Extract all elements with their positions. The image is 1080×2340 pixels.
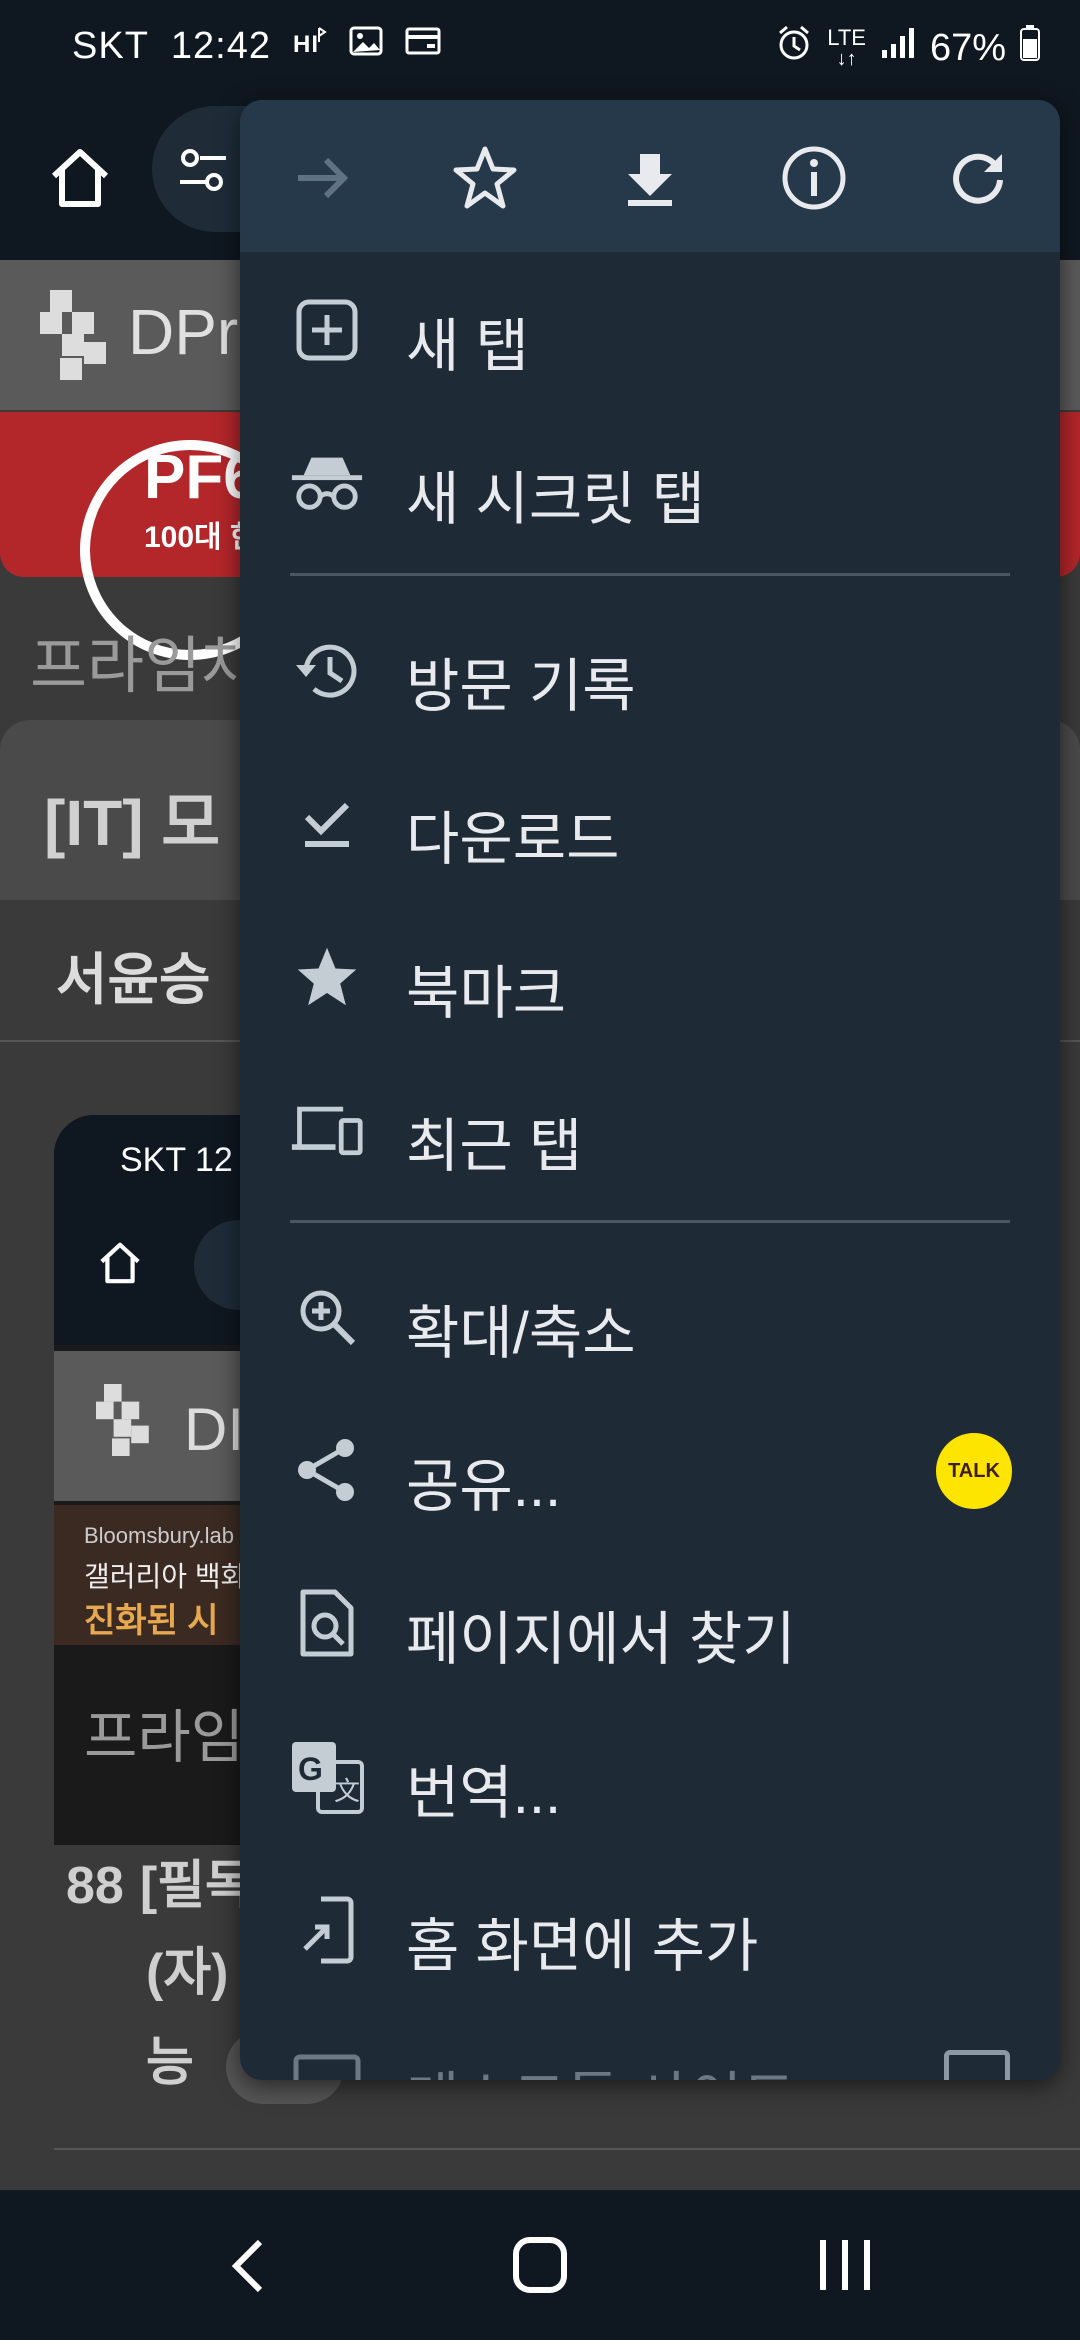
share-icon [290,1433,364,1507]
bookmark-page-button[interactable] [445,138,525,218]
clock: 12:42 [170,24,271,67]
menu-item-label: 페이지에서 찾기 [406,1607,796,1672]
menu-item-new-tab[interactable]: 새 탭 [240,255,1060,405]
home-nav-icon [513,2237,567,2293]
star-icon [290,940,364,1014]
menu-item-label: 공유... [406,1454,562,1519]
browser-overflow-menu: 새 탭 새 시크릿 탭 방문 기록 다운로드 북마크 최근 탭 확대/축소 공유… [240,100,1060,2080]
star-outline-icon [453,146,517,209]
menu-item-label: 새 탭 [406,314,529,379]
thumb-home-icon [92,1235,148,1291]
reload-button[interactable] [938,138,1018,218]
menu-item-translate[interactable]: G文 번역... [240,1702,1060,1852]
data-arrows-icon: ↓↑ [836,47,857,70]
menu-item-recent-tabs[interactable]: 최근 탭 [240,1055,1060,1205]
menu-action-row [240,100,1060,252]
thumb-site-logo [96,1380,152,1460]
download-icon [628,154,672,206]
menu-item-label: 확대/축소 [406,1301,636,1366]
forward-button [282,138,362,218]
back-button[interactable] [210,2230,290,2302]
article-title: [IT] 모 [44,787,221,859]
status-bar: SKT 12:42 HI LTE ↓↑ 67% [0,0,1080,100]
menu-item-label: 데스크톱 사이트 [406,2052,796,2080]
signal-icon [880,26,916,70]
system-navigation-bar [0,2190,1080,2340]
post-title-line2: (자) [146,1944,229,2002]
site-brand: DPr [128,296,239,368]
post-number: 88 [66,1857,124,1915]
image-notification-icon [349,24,383,68]
alarm-icon [775,24,813,72]
thumb-brand: DI [184,1396,244,1463]
home-button[interactable] [40,138,120,218]
find-in-page-icon [290,1586,364,1660]
post-title[interactable]: 88 [필독 [66,1840,253,1932]
article-author[interactable]: 서윤승 [56,935,211,1016]
thumb-ad-source: Bloomsbury.lab [84,1523,234,1548]
incognito-icon [290,446,364,520]
reload-icon [953,153,1003,204]
menu-item-label: 홈 화면에 추가 [406,1914,759,1979]
battery-icon [1020,25,1040,71]
menu-item-find-in-page[interactable]: 페이지에서 찾기 [240,1548,1060,1698]
menu-item-zoom[interactable]: 확대/축소 [240,1242,1060,1392]
card-notification-icon [405,24,441,68]
desktop-site-checkbox[interactable] [944,2050,1010,2080]
status-right: LTE ↓↑ 67% [775,24,1040,72]
thumb-breadcrumb: 프라임 [84,1705,245,1770]
network-type: LTE ↓↑ [827,24,866,70]
menu-item-history[interactable]: 방문 기록 [240,595,1060,745]
status-left: SKT 12:42 HI [72,24,441,68]
post-title-text: [필독 [139,1857,253,1915]
recents-button[interactable] [805,2230,885,2302]
menu-item-desktop-site[interactable]: 데스크톱 사이트 [240,2008,1060,2080]
menu-item-add-to-home[interactable]: 홈 화면에 추가 [240,1855,1060,2005]
arrow-right-icon [298,157,349,199]
add-box-icon [290,293,364,367]
menu-item-bookmarks[interactable]: 북마크 [240,902,1060,1052]
menu-item-label: 최근 탭 [406,1114,583,1179]
menu-item-new-incognito-tab[interactable]: 새 시크릿 탭 [240,408,1060,558]
carrier-label: SKT [72,24,149,67]
menu-item-label: 새 시크릿 탭 [406,467,706,532]
thumb-status-text: SKT 12 [120,1141,233,1179]
recents-icon [820,2240,870,2290]
menu-item-downloads[interactable]: 다운로드 [240,748,1060,898]
devices-icon [290,1093,364,1167]
breadcrumb[interactable]: 프라임차 [30,615,258,705]
menu-divider [290,1220,1010,1223]
battery-percent: 67% [929,26,1006,69]
kakaotalk-badge-label: TALK [948,1459,1000,1482]
svg-text:HI: HI [293,31,319,58]
post-title-line3: 능 [146,2034,194,2092]
translate-icon: G文 [290,1740,364,1814]
site-settings-icon[interactable] [176,144,230,198]
back-icon [231,2239,263,2293]
add-to-home-icon [290,1893,364,1967]
svg-text:文: 文 [334,1777,360,1807]
kakaotalk-share-button[interactable]: TALK [936,1433,1012,1509]
download-page-button[interactable] [610,138,690,218]
menu-item-label: 다운로드 [406,807,620,872]
page-info-button[interactable] [774,138,854,218]
menu-item-label: 북마크 [406,961,567,1026]
desktop-icon [290,2046,364,2080]
menu-item-label: 번역... [406,1761,562,1826]
svg-text:G: G [298,1751,323,1787]
info-icon [782,146,846,210]
home-nav-button[interactable] [500,2230,580,2302]
download-done-icon [290,786,364,860]
menu-item-label: 방문 기록 [406,654,636,719]
history-icon [290,633,364,707]
home-icon [51,149,109,207]
thumb-ad-headline: 진화된 시 [84,1602,219,1640]
hd-voice-icon: HI [293,24,327,68]
zoom-in-icon [290,1280,364,1354]
menu-divider [290,573,1010,576]
thumb-ad-text: 갤러리아 백화 [84,1561,247,1592]
list-divider [54,2148,1080,2150]
site-logo[interactable] [40,290,110,380]
network-label: LTE [827,24,866,50]
